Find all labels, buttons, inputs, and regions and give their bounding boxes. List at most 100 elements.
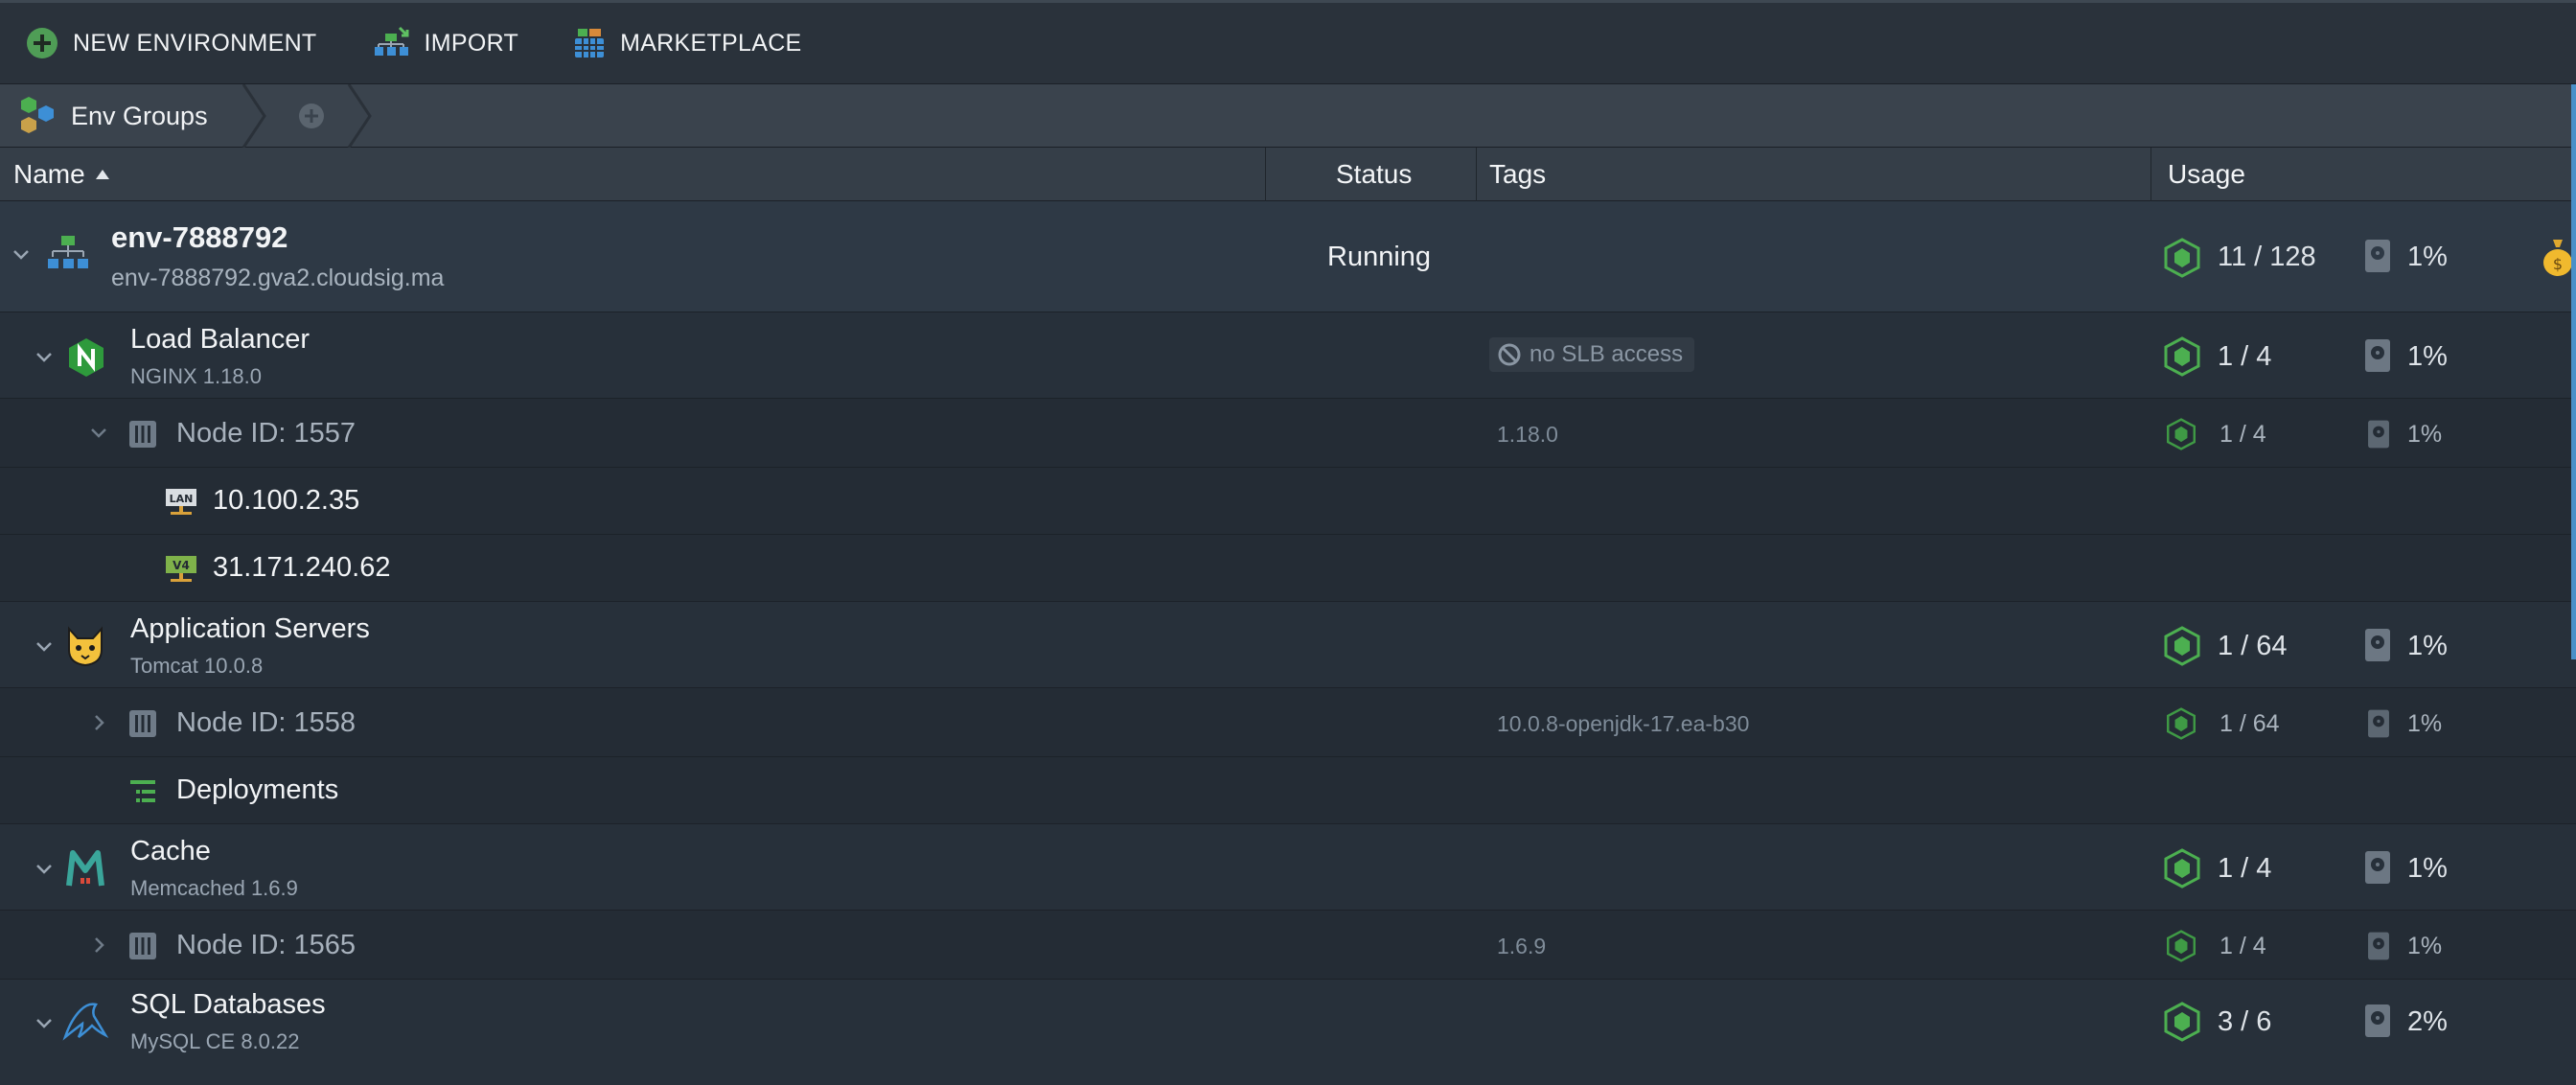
lan-ip-icon: LAN	[166, 489, 196, 515]
disk-icon	[2365, 629, 2390, 661]
load-balancer-cloudlets: 1 / 4	[2218, 341, 2272, 372]
new-environment-button[interactable]: NEW ENVIRONMENT	[25, 26, 317, 60]
cache-version: Memcached 1.6.9	[130, 876, 298, 900]
load-balancer-name: Load Balancer	[130, 324, 310, 355]
import-button[interactable]: IMPORT	[371, 26, 519, 60]
vertical-scrollbar[interactable]	[2571, 84, 2576, 659]
node-disk: 1%	[2407, 933, 2443, 959]
chevron-down-icon[interactable]	[34, 860, 54, 879]
import-icon	[374, 26, 408, 56]
sql-databases-name: SQL Databases	[130, 989, 326, 1020]
cloudlet-icon	[2167, 418, 2196, 450]
no-slb-access-badge: no SLB access	[1489, 337, 1695, 372]
column-name-label: Name	[13, 159, 85, 189]
disk-icon	[2368, 932, 2389, 960]
no-slb-access-label: no SLB access	[1530, 341, 1684, 367]
env-groups-icon	[21, 97, 54, 133]
svg-text:$: $	[2553, 255, 2563, 273]
node-id[interactable]: Node ID: 1557	[176, 418, 356, 450]
node-row-1557[interactable]: Node ID: 1557 1.18.0 1 / 4 1%	[0, 399, 2576, 468]
disk-icon	[2365, 240, 2390, 272]
load-balancer-row[interactable]: Load Balancer NGINX 1.18.0 no SLB access…	[0, 312, 2576, 399]
node-cloudlets: 1 / 64	[2220, 710, 2280, 737]
application-servers-disk: 1%	[2407, 631, 2448, 661]
sort-ascending-icon	[95, 170, 109, 179]
column-usage-header[interactable]: Usage	[2168, 148, 2245, 201]
cloudlet-icon	[2167, 930, 2196, 962]
application-servers-cloudlets: 1 / 64	[2218, 631, 2288, 661]
billing-money-bag-icon[interactable]: $	[2542, 236, 2574, 278]
node-row-1558[interactable]: Node ID: 1558 10.0.8-openjdk-17.ea-b30 1…	[0, 688, 2576, 757]
disk-icon	[2368, 420, 2389, 449]
cloudlet-icon	[2164, 626, 2200, 666]
new-environment-label: NEW ENVIRONMENT	[73, 29, 317, 57]
marketplace-button[interactable]: MARKETPLACE	[572, 26, 801, 60]
blocked-icon	[1498, 343, 1521, 366]
node-row-1565[interactable]: Node ID: 1565 1.6.9 1 / 4 1%	[0, 911, 2576, 980]
node-tag: 1.6.9	[1497, 934, 1547, 958]
add-circle-icon	[299, 104, 324, 128]
svg-text:LAN: LAN	[170, 493, 194, 505]
nginx-icon	[69, 338, 104, 377]
node-server-icon	[129, 710, 156, 737]
cloudlet-icon	[2164, 238, 2200, 278]
load-balancer-disk: 1%	[2407, 341, 2448, 372]
cloudlet-icon	[2164, 848, 2200, 889]
environment-cloudlets: 11 / 128	[2218, 242, 2316, 272]
environment-name[interactable]: env-7888792	[111, 220, 288, 255]
environment-row[interactable]: env-7888792 env-7888792.gva2.cloudsig.ma…	[0, 201, 2576, 312]
chevron-down-icon[interactable]	[34, 348, 54, 367]
chevron-right-icon[interactable]	[90, 935, 109, 955]
environment-domain[interactable]: env-7888792.gva2.cloudsig.ma	[111, 265, 444, 292]
application-servers-row[interactable]: Application Servers Tomcat 10.0.8 1 / 64…	[0, 602, 2576, 688]
chevron-down-icon[interactable]	[12, 245, 31, 265]
environment-topology-icon	[48, 236, 88, 268]
deployments-row[interactable]: Deployments	[0, 757, 2576, 824]
env-groups-label: Env Groups	[71, 101, 208, 130]
sql-databases-disk: 2%	[2407, 1006, 2448, 1037]
ip-address-public[interactable]: 31.171.240.62	[213, 552, 390, 584]
node-cloudlets: 1 / 4	[2220, 421, 2266, 448]
node-id[interactable]: Node ID: 1565	[176, 930, 356, 961]
breadcrumb: Env Groups	[0, 84, 2576, 148]
ip-row-public[interactable]: V4 31.171.240.62	[0, 535, 2576, 602]
tomcat-icon	[68, 626, 103, 667]
env-groups-crumb[interactable]: Env Groups	[17, 84, 208, 148]
ip-address-lan[interactable]: 10.100.2.35	[213, 485, 359, 517]
import-label: IMPORT	[424, 29, 519, 57]
add-group-button[interactable]	[297, 102, 326, 135]
node-server-icon	[129, 933, 156, 959]
deployments-list-icon	[130, 780, 155, 802]
environment-status: Running	[1327, 242, 1432, 272]
node-tag: 1.18.0	[1497, 422, 1558, 447]
sql-databases-row[interactable]: SQL Databases MySQL CE 8.0.22 3 / 6 2%	[0, 980, 2576, 1085]
column-status-header[interactable]: Status	[1336, 148, 1412, 201]
cache-disk: 1%	[2407, 853, 2448, 884]
column-header: Name Status Tags Usage	[0, 148, 2576, 201]
chevron-down-icon[interactable]	[34, 637, 54, 657]
deployments-label[interactable]: Deployments	[176, 774, 338, 806]
cache-name: Cache	[130, 836, 211, 866]
cache-row[interactable]: Cache Memcached 1.6.9 1 / 4 1%	[0, 824, 2576, 911]
load-balancer-version: NGINX 1.18.0	[130, 364, 262, 388]
column-tags-header[interactable]: Tags	[1489, 148, 1546, 201]
chevron-down-icon[interactable]	[34, 1014, 54, 1033]
breadcrumb-separator	[242, 84, 266, 148]
disk-icon	[2368, 709, 2389, 738]
disk-icon	[2365, 339, 2390, 372]
breadcrumb-separator-end	[347, 84, 372, 148]
node-disk: 1%	[2407, 710, 2443, 737]
column-name-header[interactable]: Name	[13, 148, 110, 201]
chevron-down-icon[interactable]	[89, 424, 108, 443]
node-tag: 10.0.8-openjdk-17.ea-b30	[1497, 711, 1750, 736]
marketplace-label: MARKETPLACE	[620, 29, 802, 57]
sql-databases-version: MySQL CE 8.0.22	[130, 1029, 300, 1053]
cloudlet-icon	[2164, 336, 2200, 377]
ip-row-lan[interactable]: LAN 10.100.2.35	[0, 468, 2576, 535]
disk-icon	[2365, 851, 2390, 884]
top-toolbar: NEW ENVIRONMENT IMPORT MARKETPLACE	[0, 0, 2576, 84]
node-server-icon	[129, 421, 156, 448]
disk-icon	[2365, 1004, 2390, 1037]
chevron-right-icon[interactable]	[90, 713, 109, 732]
node-id[interactable]: Node ID: 1558	[176, 707, 356, 739]
